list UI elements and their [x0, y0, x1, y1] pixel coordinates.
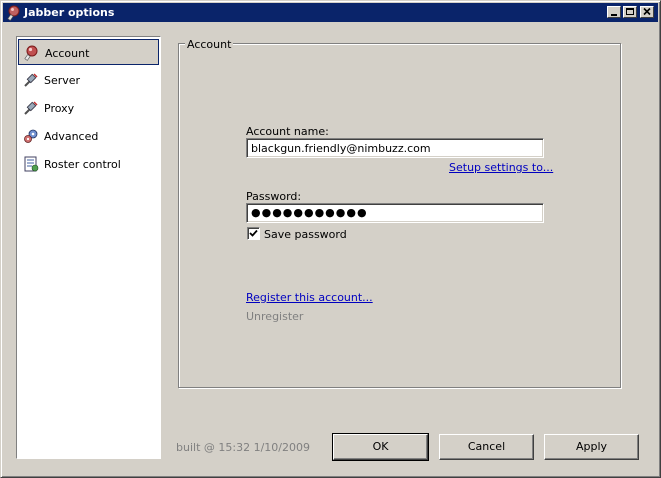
save-password-checkbox[interactable]	[247, 227, 260, 240]
account-icon	[24, 45, 38, 61]
group-title: Account	[185, 38, 234, 51]
sidebar-item-server[interactable]: Server	[18, 67, 159, 93]
title-bar[interactable]: Jabber options	[3, 3, 658, 22]
proxy-icon	[24, 101, 38, 115]
sidebar-item-account[interactable]: Account	[18, 39, 159, 65]
sidebar-item-proxy[interactable]: Proxy	[18, 95, 159, 121]
jabber-options-window: Jabber options Account Server Proxy Adva…	[0, 0, 661, 478]
sidebar-item-label: Advanced	[44, 130, 99, 143]
close-button[interactable]	[640, 6, 654, 18]
advanced-icon	[24, 129, 38, 143]
ok-button[interactable]: OK	[332, 433, 429, 461]
sidebar-item-label: Account	[45, 47, 90, 60]
sidebar-item-roster-control[interactable]: Roster control	[18, 151, 159, 177]
close-icon	[643, 7, 651, 16]
checkmark-icon	[249, 229, 258, 237]
account-name-input[interactable]	[246, 138, 544, 158]
save-password-label[interactable]: Save password	[264, 228, 347, 241]
sidebar-item-advanced[interactable]: Advanced	[18, 123, 159, 149]
sidebar-item-label: Roster control	[44, 158, 121, 171]
options-category-list: Account Server Proxy Advanced Roster con…	[16, 36, 161, 459]
roster-icon	[24, 156, 39, 172]
apply-button[interactable]: Apply	[544, 434, 639, 460]
unregister-link[interactable]: Unregister	[246, 310, 303, 323]
sidebar-item-label: Server	[44, 74, 81, 87]
setup-settings-link[interactable]: Setup settings to...	[449, 161, 553, 174]
minimize-icon	[611, 14, 617, 16]
cancel-button[interactable]: Cancel	[439, 434, 534, 460]
maximize-icon	[626, 8, 634, 15]
maximize-button[interactable]	[623, 6, 637, 18]
account-name-label: Account name:	[246, 125, 329, 138]
server-icon	[24, 73, 38, 87]
build-info: built @ 15:32 1/10/2009	[176, 441, 310, 454]
password-label: Password:	[246, 190, 302, 203]
password-input[interactable]: ●●●●●●●●●●●	[246, 203, 544, 223]
sidebar-item-label: Proxy	[44, 102, 75, 115]
window-title: Jabber options	[24, 6, 115, 19]
register-account-link[interactable]: Register this account...	[246, 291, 373, 304]
minimize-button[interactable]	[607, 6, 621, 18]
jabber-bulb-icon	[7, 5, 20, 21]
